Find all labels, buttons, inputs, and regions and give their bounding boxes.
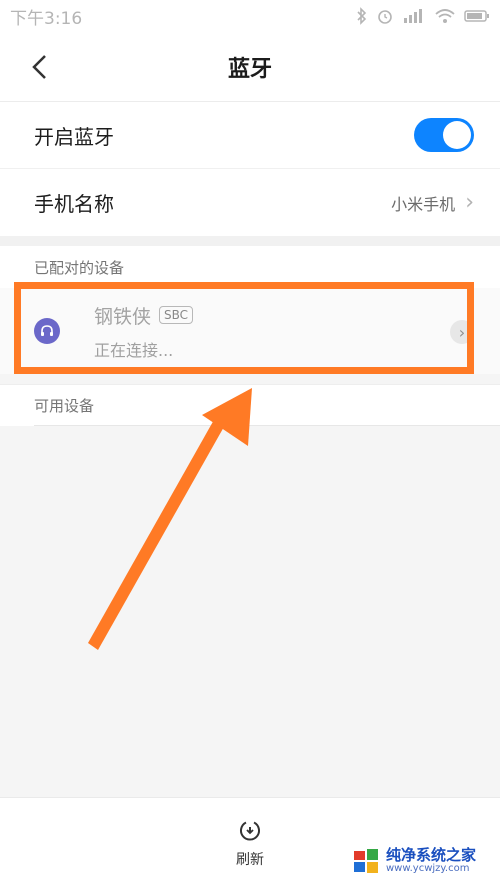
refresh-button[interactable]: 刷新 bbox=[236, 819, 264, 869]
section-divider bbox=[0, 236, 500, 246]
page-title: 蓝牙 bbox=[227, 56, 272, 82]
back-button[interactable] bbox=[26, 52, 56, 82]
available-devices-header: 可用设备 bbox=[0, 384, 500, 426]
headset-icon bbox=[34, 318, 60, 344]
status-bar: 下午3:16 bbox=[0, 0, 500, 32]
status-time: 下午3:16 bbox=[10, 8, 83, 29]
windows-logo-icon bbox=[354, 849, 378, 873]
hd-signal-icon bbox=[402, 8, 426, 24]
device-detail-button[interactable]: › bbox=[450, 320, 474, 344]
refresh-label: 刷新 bbox=[236, 851, 264, 868]
toggle-knob bbox=[443, 121, 471, 149]
chevron-right-icon: › bbox=[458, 322, 466, 342]
paired-device-item[interactable]: 钢铁侠 SBC 正在连接... › bbox=[0, 288, 500, 374]
watermark-title: 纯净系统之家 bbox=[386, 846, 477, 864]
battery-icon bbox=[464, 9, 490, 23]
codec-badge: SBC bbox=[159, 306, 194, 324]
watermark-subtitle: www.ycwjzy.com bbox=[386, 863, 470, 874]
bluetooth-toggle[interactable] bbox=[414, 118, 474, 152]
status-icons bbox=[356, 7, 490, 25]
wifi-icon bbox=[434, 8, 456, 24]
back-arrow-icon bbox=[32, 55, 46, 79]
device-status: 正在连接... bbox=[94, 340, 174, 360]
bluetooth-label: 开启蓝牙 bbox=[34, 124, 114, 149]
phone-name-value: 小米手机 bbox=[391, 194, 456, 214]
arrow-shaft bbox=[88, 418, 225, 650]
phone-name-row[interactable]: 手机名称 小米手机 › bbox=[0, 168, 500, 236]
phone-name-label: 手机名称 bbox=[34, 192, 114, 216]
device-name: 钢铁侠 bbox=[94, 305, 152, 328]
chevron-right-icon: › bbox=[465, 190, 474, 215]
bluetooth-toggle-row[interactable]: 开启蓝牙 bbox=[0, 102, 500, 168]
top-bar: 蓝牙 bbox=[0, 32, 500, 102]
available-header-label: 可用设备 bbox=[34, 397, 95, 415]
watermark: 纯净系统之家 www.ycwjzy.com bbox=[352, 841, 492, 881]
bluetooth-icon bbox=[356, 7, 368, 25]
header-underline bbox=[34, 425, 500, 426]
alarm-icon bbox=[376, 7, 394, 25]
watermark-text: 纯净系统之家 www.ycwjzy.com bbox=[386, 847, 476, 875]
paired-header-label: 已配对的设备 bbox=[34, 258, 125, 277]
device-name-row: 钢铁侠 SBC bbox=[94, 302, 194, 329]
paired-devices-header: 已配对的设备 bbox=[0, 246, 500, 288]
refresh-icon bbox=[240, 821, 260, 841]
device-text: 钢铁侠 SBC 正在连接... bbox=[94, 302, 194, 361]
